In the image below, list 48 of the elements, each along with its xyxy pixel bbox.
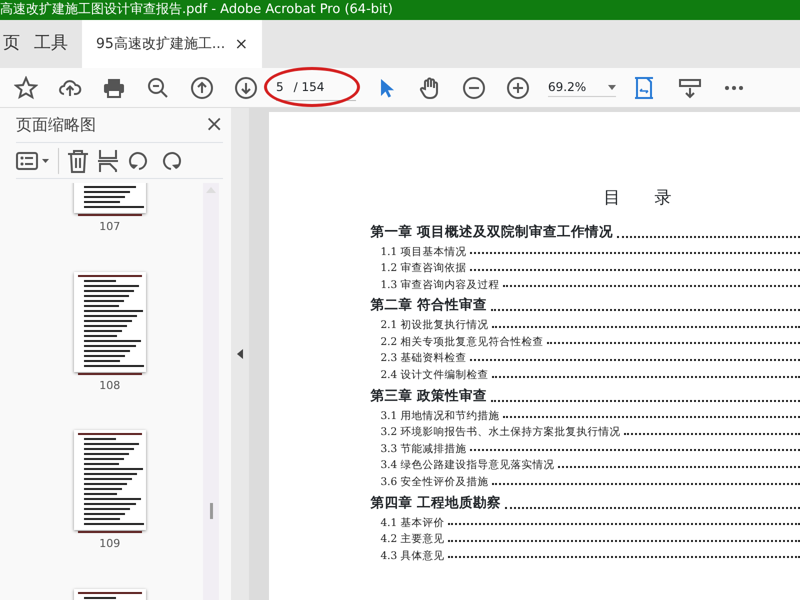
zoom-dropdown[interactable]: 69.2% bbox=[548, 78, 616, 97]
star-icon[interactable] bbox=[14, 76, 38, 100]
chapter-title[interactable]: 第四章 工程地质勘察 bbox=[370, 490, 502, 515]
collapse-arrow-icon[interactable] bbox=[237, 349, 244, 359]
section-title[interactable]: 1.3 审查咨询内容及过程 bbox=[380, 276, 500, 294]
section-title[interactable]: 3.3 节能减排措施 bbox=[380, 440, 466, 458]
toc-heading: 目 录 bbox=[602, 187, 672, 210]
section-title[interactable]: 2.1 初设批复执行情况 bbox=[380, 317, 488, 334]
page-number-label: 108 bbox=[99, 378, 120, 394]
next-page-icon[interactable] bbox=[234, 76, 258, 100]
page-number-label: 107 bbox=[99, 219, 120, 236]
section-title[interactable]: 2.2 相关专项批复意见符合性检查 bbox=[380, 334, 544, 350]
page-thumbnail[interactable] bbox=[74, 272, 146, 372]
page-number-field[interactable]: 5 / 154 bbox=[276, 74, 356, 100]
extract-page-icon[interactable] bbox=[97, 148, 119, 173]
caret-icon bbox=[608, 84, 616, 90]
section-title[interactable]: 4.3 具体意见 bbox=[380, 548, 444, 564]
options-icon[interactable] bbox=[16, 150, 50, 171]
page-count: / 154 bbox=[294, 79, 324, 96]
section-title[interactable]: 3.4 绿色公路建设指导意见落实情况 bbox=[380, 457, 554, 474]
zoom-out-icon[interactable] bbox=[462, 76, 486, 100]
page-thumbnail[interactable] bbox=[74, 430, 146, 530]
section-title[interactable]: 4.1 基本评价 bbox=[380, 514, 444, 532]
window-title: 高速改扩建施工图设计审查报告.pdf - Adobe Acrobat Pro (64-bit) bbox=[0, 0, 800, 20]
tab[interactable]: 工具 bbox=[20, 20, 82, 68]
section-title[interactable]: 2.4 设计文件编制检查 bbox=[380, 367, 488, 384]
section-title[interactable]: 4.2 主要意见 bbox=[380, 531, 444, 548]
section-title[interactable]: 2.3 基础资料检查 bbox=[380, 350, 466, 368]
close-icon[interactable]: × bbox=[205, 108, 224, 142]
section-title[interactable]: 3.6 安全性评价及措施 bbox=[380, 474, 488, 491]
zoom-in-icon[interactable] bbox=[506, 76, 530, 100]
scrollbar[interactable] bbox=[203, 183, 220, 600]
trash-icon[interactable] bbox=[67, 148, 89, 173]
page-number-value: 5 bbox=[276, 79, 284, 96]
zoom-out-search-icon[interactable] bbox=[146, 76, 170, 100]
panel-title: 页面缩略图 bbox=[16, 114, 96, 136]
section-title[interactable]: 3.2 环境影响报告书、水土保持方案批复执行情况 bbox=[380, 424, 620, 441]
section-title[interactable]: 1.1 项目基本情况 bbox=[380, 244, 466, 260]
chapter-title[interactable]: 第一章 项目概述及双院制审查工作情况 bbox=[370, 220, 614, 244]
section-title[interactable]: 3.1 用地情况和节约措施 bbox=[380, 408, 500, 424]
page-number-label: 109 bbox=[99, 536, 120, 552]
close-icon[interactable]: × bbox=[234, 32, 248, 56]
chapter-title[interactable]: 第二章 符合性审查 bbox=[370, 293, 488, 318]
chapter-title[interactable]: 第三章 政策性审查 bbox=[370, 384, 488, 408]
tab[interactable]: 95高速改扩建施工... × bbox=[82, 20, 262, 68]
previous-page-icon[interactable] bbox=[190, 76, 214, 100]
section-title[interactable]: 1.2 审查咨询依据 bbox=[380, 260, 466, 277]
tab[interactable]: 页 bbox=[0, 20, 20, 68]
